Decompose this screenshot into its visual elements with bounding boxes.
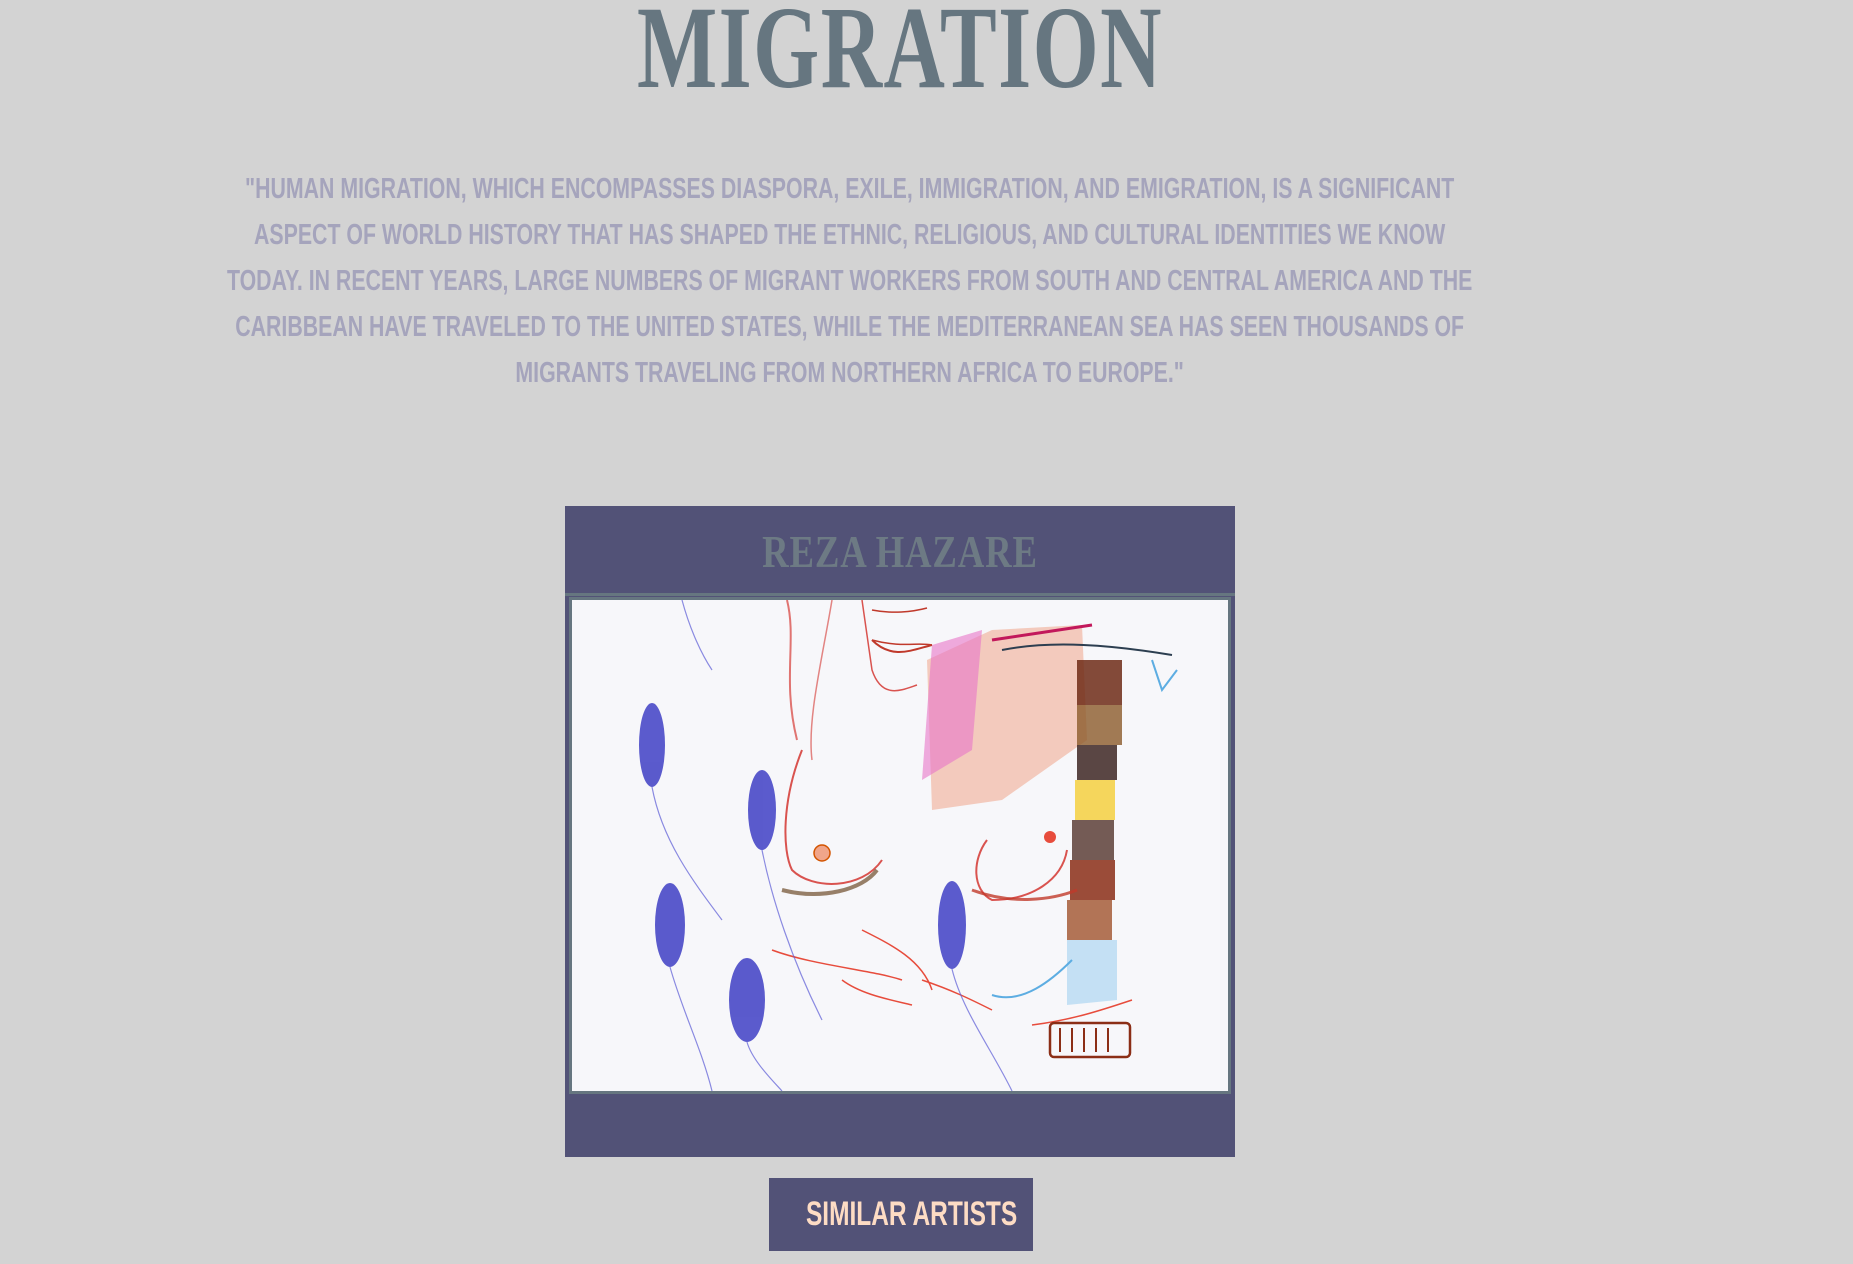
artist-card[interactable]: REZA HAZARE <box>565 506 1235 1157</box>
page-title: MIGRATION <box>637 0 1163 113</box>
artist-name: REZA HAZARE <box>762 526 1038 577</box>
artist-card-header: REZA HAZARE <box>565 506 1235 596</box>
artist-card-footer <box>565 1096 1235 1157</box>
artwork-drawing <box>572 600 1228 1091</box>
similar-artists-label: SIMILAR ARTISTS <box>805 1195 1018 1233</box>
similar-artists-button[interactable]: SIMILAR ARTISTS <box>769 1178 1033 1251</box>
migration-quote: "Human migration, which encompasses dias… <box>226 173 1473 389</box>
quote-block: "Human migration, which encompasses dias… <box>227 166 1560 389</box>
artwork-image[interactable] <box>569 597 1231 1094</box>
